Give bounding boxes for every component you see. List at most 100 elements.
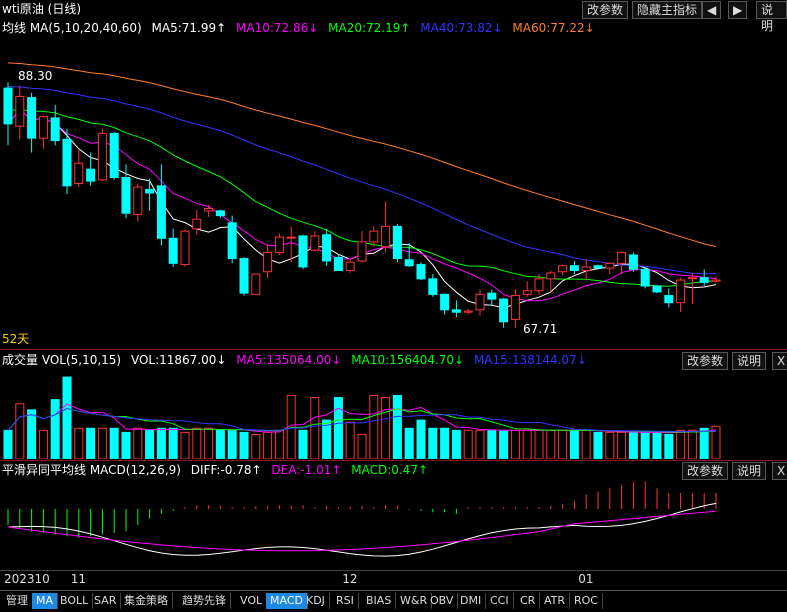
ma-legend: 均线 MA(5,10,20,40,60) MA5:71.99↑ MA10:72.… (0, 19, 787, 37)
volume-bar (451, 429, 461, 459)
candle-body (263, 252, 273, 273)
volume-bar (463, 429, 473, 459)
ma40-value: MA40:73.82↓ (420, 21, 503, 35)
prev-arrow-icon[interactable]: ◀ (702, 1, 722, 19)
tab-bias[interactable]: BIAS (362, 593, 397, 609)
volume-bar (298, 429, 308, 459)
volume-bar (345, 421, 355, 459)
vol-ma15-value: MA15:138144.07↓ (473, 353, 587, 367)
candle-body (475, 293, 485, 311)
volume-bar (133, 427, 143, 459)
candle-body (109, 132, 119, 178)
x-axis-label: 01 (578, 572, 594, 586)
volume-bar (581, 429, 591, 459)
volume-bar (27, 409, 37, 459)
tab-[interactable]: 趋势先锋 (178, 593, 231, 609)
tab-rsi[interactable]: RSI (332, 593, 359, 609)
x-axis-label: 202310 (4, 572, 50, 586)
candle-body (699, 277, 709, 283)
change-params-button[interactable]: 改参数 (582, 1, 629, 19)
macd-legend-label: 平滑异同平均线 MACD(12,26,9) (2, 463, 181, 477)
vol-change-params-button[interactable]: 改参数 (682, 352, 729, 370)
candle-body (133, 186, 143, 215)
volume-bar (558, 429, 568, 459)
volume-bar (357, 433, 367, 459)
volume-bar (62, 376, 72, 459)
vol-close-icon[interactable]: X (772, 352, 787, 370)
volume-bar (392, 395, 402, 459)
candle-body (605, 262, 615, 269)
candle-body (463, 310, 473, 313)
tab-ma[interactable]: MA (32, 593, 59, 609)
candle-body (499, 298, 509, 323)
volume-bar (652, 431, 662, 459)
dea-value: DEA:-1.01↑ (271, 463, 342, 477)
candle-body (62, 138, 72, 187)
volume-bar (569, 429, 579, 459)
tab-atr[interactable]: ATR (540, 593, 571, 609)
volume-bar (251, 433, 261, 459)
volume-bar (522, 429, 532, 459)
tab-vol[interactable]: VOL (236, 593, 268, 609)
macd-close-icon[interactable]: X (772, 462, 787, 480)
ma10-value: MA10:72.86↓ (236, 21, 319, 35)
next-arrow-icon[interactable]: ▶ (728, 1, 748, 19)
ma60-value: MA60:77.22↓ (512, 21, 595, 35)
candle-body (687, 277, 697, 280)
tab-sar[interactable]: SAR (90, 593, 122, 609)
volume-bar (487, 429, 497, 459)
volume-bar (404, 427, 414, 459)
candle-body (145, 188, 155, 194)
macd-change-params-button[interactable]: 改参数 (682, 462, 729, 480)
candle-body (227, 222, 237, 260)
volume-bar (97, 427, 107, 459)
candle-body (86, 168, 96, 182)
volume-bar (617, 431, 627, 459)
candle-body (298, 235, 308, 268)
candle-body (369, 230, 379, 243)
tab-obv[interactable]: OBV (426, 593, 459, 609)
candle-body (392, 225, 402, 260)
tab-boll[interactable]: BOLL (56, 593, 94, 609)
low-price-label: 67.71 (523, 322, 558, 336)
candle-body (156, 185, 166, 239)
tab-[interactable]: 集金策略 (120, 593, 173, 609)
volume-bar (15, 403, 25, 459)
tab-cr[interactable]: CR (516, 593, 541, 609)
volume-bar (333, 397, 343, 459)
vol-value: VOL:11867.00↓ (130, 353, 227, 367)
volume-chart (3, 376, 721, 459)
macd-help-button[interactable]: 说明 (732, 462, 767, 480)
macd-chart (7, 481, 717, 557)
tab-[interactable]: 管理 (2, 593, 33, 609)
day-count-label: 52天 (2, 332, 30, 346)
high-price-label: 88.30 (18, 69, 53, 83)
tab-roc[interactable]: ROC (570, 593, 603, 609)
volume-bar (156, 427, 166, 459)
indicator-tab-bar: 管理 MA BOLL SAR 集金策略 趋势先锋 VOL MACD KDJ RSI BIAS W&R O… (0, 590, 787, 612)
volume-bar (628, 431, 638, 459)
vol-help-button[interactable]: 说明 (732, 352, 767, 370)
vol-ma10-value: MA10:156404.70↓ (351, 353, 465, 367)
volume-bar (38, 429, 48, 459)
volume-bar (310, 397, 320, 459)
candle-body (617, 252, 627, 264)
candle-body (510, 295, 520, 320)
chart-title: wti原油 (日线) (2, 2, 82, 16)
candle-body (404, 259, 414, 267)
ma-legend-label: 均线 MA(5,10,20,40,60) (2, 21, 142, 35)
volume-bar (369, 395, 379, 459)
candle-body (546, 272, 556, 280)
candle-body (345, 261, 355, 271)
vol-ma5-value: MA5:135064.00↓ (236, 353, 342, 367)
candle-body (322, 234, 332, 262)
help-button[interactable]: 说明 (756, 1, 787, 33)
tab-cci[interactable]: CCI (486, 593, 514, 609)
candle-body (440, 293, 450, 311)
candle-body (581, 266, 591, 272)
candle-body (522, 290, 532, 295)
tab-kdj[interactable]: KDJ (302, 593, 330, 609)
candle-body (3, 87, 13, 125)
hide-main-indicator-button[interactable]: 隐藏主指标 (632, 1, 703, 19)
tab-dmi[interactable]: DMI (456, 593, 487, 609)
